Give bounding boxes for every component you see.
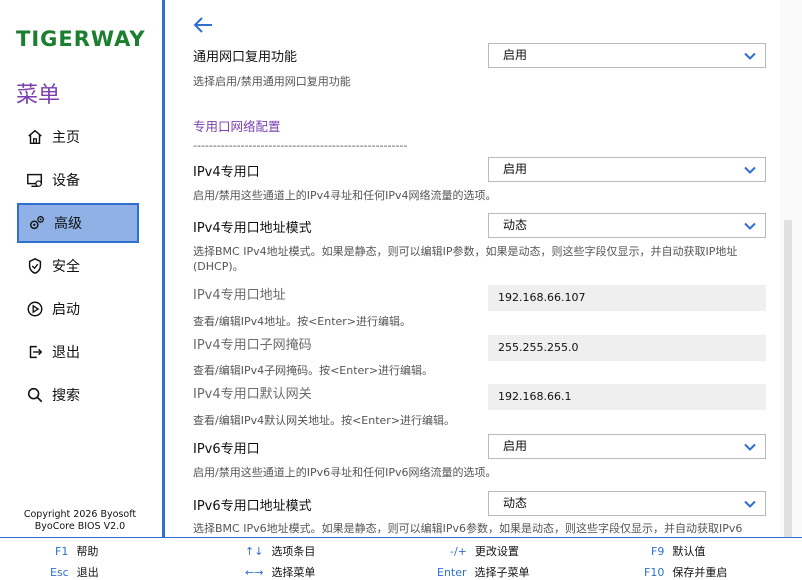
chevron-down-icon bbox=[744, 500, 756, 508]
sidebar-item-label: 搜索 bbox=[52, 388, 80, 404]
ipv4-dedicated-select[interactable]: 启用 bbox=[488, 157, 766, 182]
sidebar-item-boot[interactable]: 启动 bbox=[17, 289, 139, 329]
setting-label: IPv4专用口默认网关 bbox=[193, 387, 312, 402]
exit-icon bbox=[24, 341, 46, 363]
setting-description: 选择BMC IPv6地址模式。如果是静态，则可以编辑IPv6参数，如果是动态，则… bbox=[193, 522, 743, 535]
setting-label: IPv4专用口子网掩码 bbox=[193, 338, 312, 353]
setting-label: IPv4专用口地址模式 bbox=[193, 221, 312, 236]
menu-title: 菜单 bbox=[16, 83, 61, 108]
key-name: Esc bbox=[50, 566, 69, 579]
key-name: F9 bbox=[651, 545, 665, 558]
key-help-bar: F1 帮助 Esc 退出 ↑↓ 选项条目 ←→ 选择菜单 -/+ 更改设置 Enter 选择… bbox=[0, 537, 802, 579]
ipv6-address-mode-select[interactable]: 动态 bbox=[488, 491, 766, 516]
change-key: -/+ 更改设置 bbox=[450, 543, 519, 559]
select-value: 启用 bbox=[503, 48, 528, 62]
sidebar-item-label: 高级 bbox=[54, 216, 82, 232]
device-icon bbox=[24, 169, 46, 191]
setting-label: IPv6专用口 bbox=[193, 442, 260, 457]
key-name: -/+ bbox=[450, 545, 467, 558]
boot-icon bbox=[24, 298, 46, 320]
sidebar-nav: 主页 设备 高级 安全 启动 退出 搜索 bbox=[17, 117, 139, 418]
select-value: 动态 bbox=[503, 218, 528, 232]
key-label: 选择菜单 bbox=[271, 566, 316, 579]
copyright: Copyright 2026 Byosoft ByoCore BIOS V2.0 bbox=[0, 509, 160, 533]
select-value: 动态 bbox=[503, 496, 528, 510]
sidebar-item-advanced[interactable]: 高级 bbox=[17, 203, 139, 243]
key-name: Enter bbox=[437, 566, 467, 579]
back-arrow-icon[interactable] bbox=[192, 14, 214, 36]
settings-panel: 通用网口复用功能 启用 选择启用/禁用通用网口复用功能 专用口网络配置 ----… bbox=[168, 0, 780, 537]
key-name: ↑↓ bbox=[245, 545, 264, 558]
advanced-gears-icon bbox=[26, 212, 48, 234]
setting-label: IPv6专用口地址模式 bbox=[193, 499, 312, 514]
key-label: 保存并重启 bbox=[672, 566, 728, 579]
setting-label: IPv4专用口 bbox=[193, 165, 260, 180]
item-key: ↑↓ 选项条目 bbox=[245, 543, 315, 559]
setting-description: 启用/禁用这些通道上的IPv4寻址和任何IPv4网络流量的选项。 bbox=[193, 189, 497, 202]
key-label: 默认值 bbox=[672, 545, 706, 558]
key-name: ←→ bbox=[245, 566, 264, 579]
shield-icon bbox=[24, 255, 46, 277]
setting-description: 查看/编辑IPv4默认网关地址。按<Enter>进行编辑。 bbox=[193, 414, 456, 427]
key-name: F10 bbox=[644, 566, 665, 579]
ipv6-dedicated-select[interactable]: 启用 bbox=[488, 434, 766, 459]
sidebar-item-home[interactable]: 主页 bbox=[17, 117, 139, 157]
sidebar-item-label: 退出 bbox=[52, 345, 80, 361]
search-icon bbox=[24, 384, 46, 406]
help-key: F1 帮助 bbox=[55, 543, 98, 559]
submenu-key: Enter 选择子菜单 bbox=[437, 564, 530, 580]
select-value: 启用 bbox=[503, 439, 528, 453]
key-label: 帮助 bbox=[76, 545, 99, 558]
sidebar-item-label: 启动 bbox=[52, 302, 80, 318]
setting-description: 选择BMC IPv4地址模式。如果是静态，则可以编辑IP参数，如果是动态，则这些… bbox=[193, 245, 738, 273]
setting-description: 查看/编辑IPv4子网掩码。按<Enter>进行编辑。 bbox=[193, 364, 434, 377]
key-label: 更改设置 bbox=[474, 545, 519, 558]
section-divider: ----------------------------------------… bbox=[193, 139, 408, 152]
ipv4-subnet-mask-field[interactable]: 255.255.255.0 bbox=[488, 335, 766, 361]
copyright-line: Copyright 2026 Byosoft bbox=[23, 509, 137, 520]
setting-description: 查看/编辑IPv4地址。按<Enter>进行编辑。 bbox=[193, 315, 412, 328]
sidebar-item-label: 主页 bbox=[52, 130, 80, 146]
chevron-down-icon bbox=[744, 443, 756, 451]
sidebar-item-device[interactable]: 设备 bbox=[17, 160, 139, 200]
key-label: 选择子菜单 bbox=[474, 566, 530, 579]
version-line: ByoCore BIOS V2.0 bbox=[34, 521, 126, 532]
menu-key: ←→ 选择菜单 bbox=[245, 564, 315, 580]
sidebar: TIGERWAY 菜单 主页 设备 高级 安全 启动 退出 搜索 Copyrig… bbox=[0, 0, 165, 537]
scrollbar-thumb[interactable] bbox=[784, 220, 792, 537]
sidebar-item-label: 安全 bbox=[52, 259, 80, 275]
sidebar-item-search[interactable]: 搜索 bbox=[17, 375, 139, 415]
defaults-key: F9 默认值 bbox=[651, 543, 705, 559]
key-name: F1 bbox=[55, 545, 69, 558]
home-icon bbox=[24, 126, 46, 148]
ipv4-gateway-field[interactable]: 192.168.66.1 bbox=[488, 384, 766, 410]
ipv4-address-mode-select[interactable]: 动态 bbox=[488, 213, 766, 238]
setting-description: 启用/禁用这些通道上的IPv6寻址和任何IPv6网络流量的选项。 bbox=[193, 466, 497, 479]
key-label: 选项条目 bbox=[271, 545, 316, 558]
setting-description: 选择启用/禁用通用网口复用功能 bbox=[193, 75, 351, 88]
chevron-down-icon bbox=[744, 52, 756, 60]
sidebar-item-exit[interactable]: 退出 bbox=[17, 332, 139, 372]
section-title: 专用口网络配置 bbox=[193, 119, 281, 134]
sidebar-item-security[interactable]: 安全 bbox=[17, 246, 139, 286]
ipv4-address-field[interactable]: 192.168.66.107 bbox=[488, 285, 766, 311]
brand-logo: TIGERWAY bbox=[16, 27, 146, 51]
sidebar-item-label: 设备 bbox=[52, 173, 80, 189]
select-value: 启用 bbox=[503, 162, 528, 176]
save-reboot-key: F10 保存并重启 bbox=[644, 564, 727, 580]
key-label: 退出 bbox=[76, 566, 99, 579]
setting-label: 通用网口复用功能 bbox=[193, 50, 298, 65]
chevron-down-icon bbox=[744, 222, 756, 230]
shared-nic-select[interactable]: 启用 bbox=[488, 43, 766, 68]
setting-label: IPv4专用口地址 bbox=[193, 288, 286, 303]
exit-key: Esc 退出 bbox=[50, 564, 99, 580]
chevron-down-icon bbox=[744, 166, 756, 174]
